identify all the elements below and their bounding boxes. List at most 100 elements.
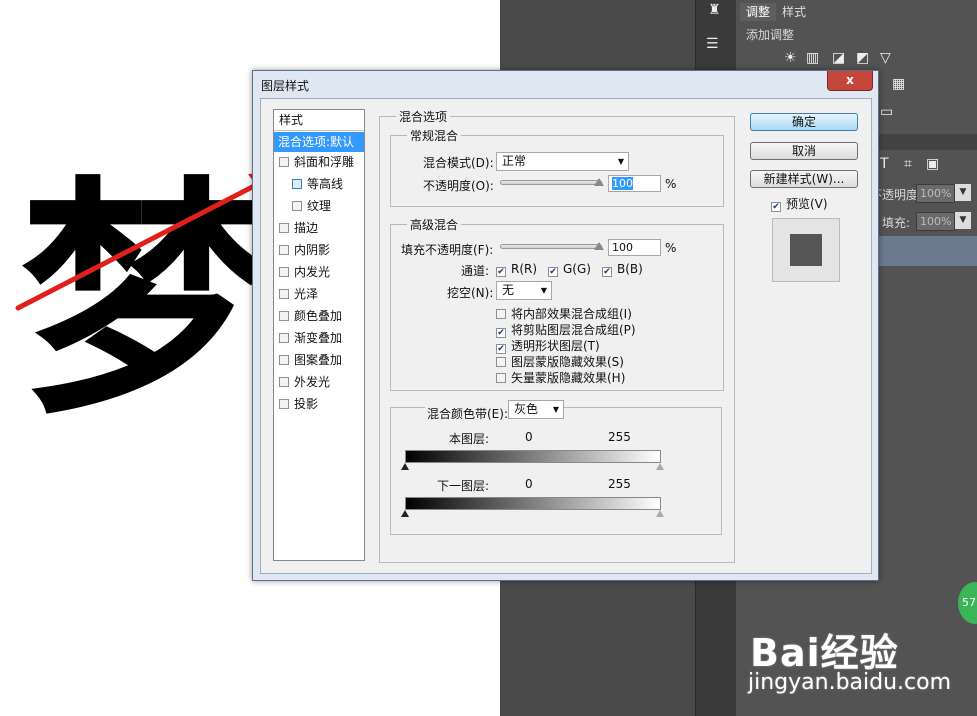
layer-mask-hides-checkbox[interactable]: [496, 357, 506, 367]
ok-button[interactable]: 确定: [750, 113, 858, 131]
style-item-label: 投影: [294, 397, 319, 411]
channel-r[interactable]: ✔ R(R): [496, 262, 537, 277]
gradient-overlay-checkbox[interactable]: [279, 333, 289, 343]
dialog-body: 样式 混合选项:默认 斜面和浮雕 等高线 纹理 描边 内阴影 内发光 光泽 颜色…: [260, 98, 872, 574]
channel-g-checkbox[interactable]: ✔: [548, 267, 558, 277]
stroke-checkbox[interactable]: [279, 223, 289, 233]
selected-layer-row[interactable]: [866, 236, 977, 266]
style-item-texture[interactable]: 纹理: [274, 196, 364, 216]
channel-b-checkbox[interactable]: ✔: [602, 267, 612, 277]
style-item-blend-options[interactable]: 混合选项:默认: [274, 132, 364, 152]
style-item-label: 渐变叠加: [294, 331, 343, 345]
blend-options-group: 混合选项 常规混合 混合模式(D): 正常 ▼ 不透明度(O): 100 % 高级…: [379, 108, 735, 563]
blend-interior-checkbox[interactable]: [496, 309, 506, 319]
preview-toggle[interactable]: ✔ 预览(V): [771, 195, 828, 212]
close-button[interactable]: x: [827, 71, 873, 91]
mask-icon[interactable]: ▭: [880, 104, 893, 120]
new-style-button[interactable]: 新建样式(W)...: [750, 170, 858, 188]
blend-mode-select[interactable]: 正常 ▼: [496, 152, 629, 171]
opacity-label: 不透明度(O):: [423, 179, 494, 193]
style-item-drop-shadow[interactable]: 投影: [274, 394, 364, 414]
inner-shadow-checkbox[interactable]: [279, 245, 289, 255]
underlying-layer-label: 下一图层:: [437, 479, 490, 493]
channel-b[interactable]: ✔ B(B): [602, 262, 643, 277]
this-layer-label: 本图层:: [449, 432, 490, 446]
advanced-blending-title: 高级混合: [407, 216, 462, 233]
bevel-checkbox[interactable]: [279, 157, 289, 167]
tab-adjustments[interactable]: 调整: [740, 3, 777, 21]
brightness-icon[interactable]: ☀: [784, 50, 797, 66]
preview-checkbox[interactable]: ✔: [771, 202, 781, 212]
fill-opacity-slider-thumb[interactable]: [594, 242, 604, 250]
option-transparency-shapes[interactable]: ✔ 透明形状图层(T): [496, 337, 600, 354]
underlying-layer-black-thumb[interactable]: [401, 510, 409, 517]
blend-if-select[interactable]: 灰色 ▼: [508, 400, 564, 419]
fill-opacity-slider[interactable]: [500, 244, 602, 249]
opacity-slider[interactable]: [500, 180, 602, 185]
levels-icon[interactable]: ▥: [806, 50, 819, 66]
style-item-bevel[interactable]: 斜面和浮雕: [274, 152, 364, 172]
knockout-select[interactable]: 无 ▼: [496, 281, 552, 300]
style-item-gradient-overlay[interactable]: 渐变叠加: [274, 328, 364, 348]
cancel-button[interactable]: 取消: [750, 142, 858, 160]
pattern-overlay-checkbox[interactable]: [279, 355, 289, 365]
texture-checkbox[interactable]: [292, 201, 302, 211]
tab-styles[interactable]: 样式: [776, 3, 812, 21]
layer-fill-dropdown[interactable]: ▼: [955, 212, 971, 229]
outer-glow-checkbox[interactable]: [279, 377, 289, 387]
exposure-icon[interactable]: ◩: [856, 50, 869, 66]
style-item-label: 图案叠加: [294, 353, 343, 367]
underlying-layer-white-thumb[interactable]: [656, 510, 664, 517]
text-layer-icon[interactable]: T: [880, 156, 889, 172]
layer-opacity-field[interactable]: 100%: [916, 184, 955, 203]
option-blend-interior[interactable]: 将内部效果混合成组(I): [496, 305, 632, 322]
option-vector-mask-hides[interactable]: 矢量蒙版隐藏效果(H): [496, 369, 625, 386]
channel-g-label: G(G): [563, 262, 591, 276]
option-label: 图层蒙版隐藏效果(S): [511, 355, 624, 369]
color-overlay-checkbox[interactable]: [279, 311, 289, 321]
layer-opacity-dropdown[interactable]: ▼: [955, 184, 971, 201]
channel-g[interactable]: ✔ G(G): [548, 262, 591, 277]
gradient-map-icon[interactable]: ▽: [880, 50, 891, 66]
underlying-layer-max: 255: [608, 477, 631, 491]
style-item-inner-glow[interactable]: 内发光: [274, 262, 364, 282]
inner-glow-checkbox[interactable]: [279, 267, 289, 277]
layer-fill-field[interactable]: 100%: [916, 212, 955, 231]
fill-opacity-input[interactable]: 100: [608, 239, 661, 256]
this-layer-white-thumb[interactable]: [656, 463, 664, 470]
this-layer-black-thumb[interactable]: [401, 463, 409, 470]
style-item-contour[interactable]: 等高线: [274, 174, 364, 194]
underlying-layer-gradient: [405, 497, 661, 510]
this-layer-max: 255: [608, 430, 631, 444]
layer-style-dialog: 图层样式 x 样式 混合选项:默认 斜面和浮雕 等高线 纹理 描边 内阴影 内发…: [252, 70, 879, 581]
grid-icon[interactable]: ▦: [892, 76, 905, 92]
style-item-satin[interactable]: 光泽: [274, 284, 364, 304]
style-item-inner-shadow[interactable]: 内阴影: [274, 240, 364, 260]
style-item-pattern-overlay[interactable]: 图案叠加: [274, 350, 364, 370]
chevron-down-icon: ▼: [617, 157, 624, 166]
opacity-input[interactable]: 100: [608, 175, 661, 192]
blend-mode-label: 混合模式(D):: [423, 156, 494, 170]
dialog-title: 图层样式: [261, 79, 310, 93]
history-icon[interactable]: ♜: [708, 2, 721, 18]
style-item-label: 内阴影: [294, 243, 331, 257]
option-layer-mask-hides[interactable]: 图层蒙版隐藏效果(S): [496, 353, 624, 370]
adjust-icon[interactable]: ☰: [706, 36, 719, 52]
style-item-stroke[interactable]: 描边: [274, 218, 364, 238]
opacity-value: 100: [612, 177, 633, 190]
this-layer-min: 0: [525, 430, 533, 444]
style-item-outer-glow[interactable]: 外发光: [274, 372, 364, 392]
transform-icon[interactable]: ⌗: [904, 156, 912, 172]
option-blend-clipped[interactable]: ✔ 将剪贴图层混合成组(P): [496, 321, 636, 338]
chevron-down-icon: ▼: [540, 286, 547, 295]
style-item-label: 外发光: [294, 375, 331, 389]
curves-icon[interactable]: ◪: [832, 50, 845, 66]
drop-shadow-checkbox[interactable]: [279, 399, 289, 409]
contour-checkbox[interactable]: [292, 179, 302, 189]
lock-icon[interactable]: ▣: [926, 156, 939, 172]
channel-r-checkbox[interactable]: ✔: [496, 267, 506, 277]
style-item-color-overlay[interactable]: 颜色叠加: [274, 306, 364, 326]
vector-mask-hides-checkbox[interactable]: [496, 373, 506, 383]
opacity-slider-thumb[interactable]: [594, 178, 604, 186]
satin-checkbox[interactable]: [279, 289, 289, 299]
